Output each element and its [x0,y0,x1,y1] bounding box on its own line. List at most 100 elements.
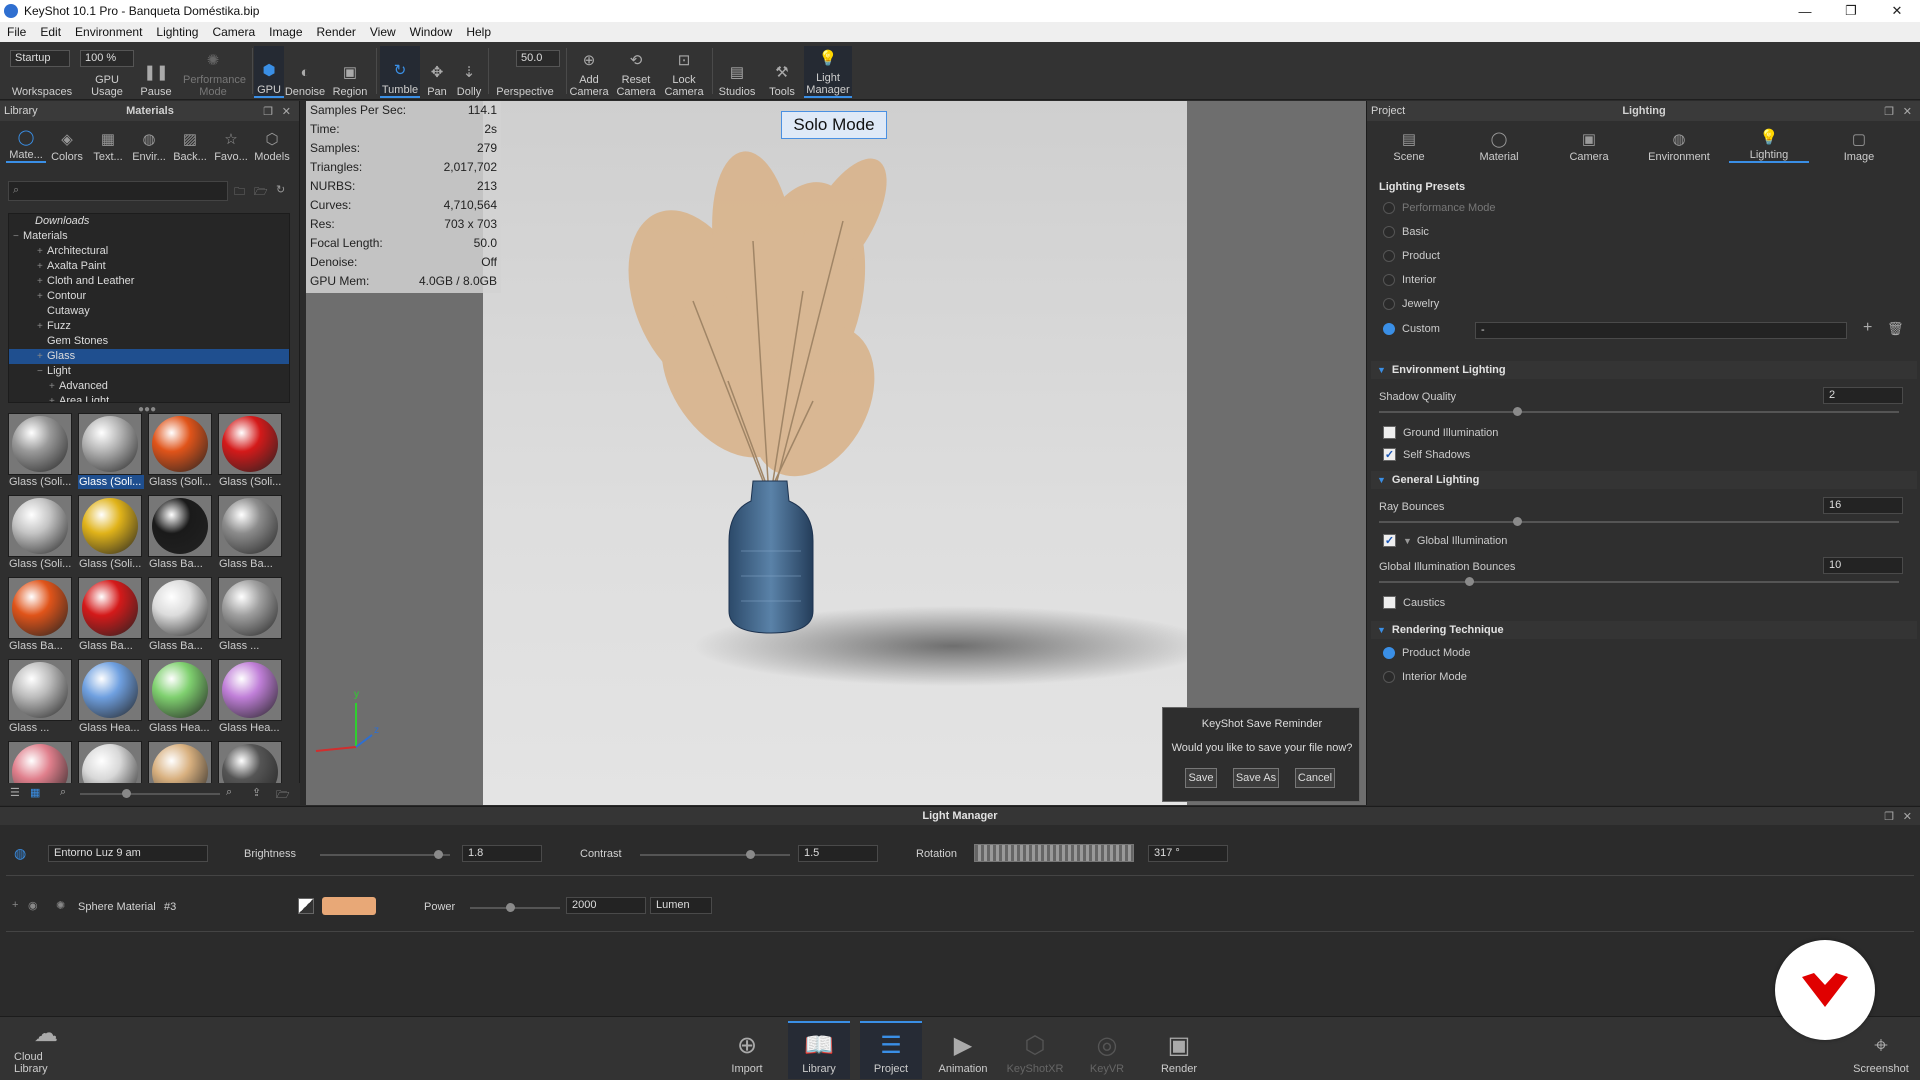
shadow-quality-field[interactable]: 2 [1823,387,1903,404]
animation-button[interactable]: ▶ Animation [932,1021,994,1079]
tab-materials[interactable]: ◯ Mate... [6,123,46,163]
library-button[interactable]: 📖 Library [788,1021,850,1079]
product-mode-radio[interactable]: Product Mode [1383,647,1470,659]
tree-item[interactable]: − Light [9,364,289,379]
rotation-field[interactable]: 317 ° [1148,845,1228,862]
custom-preset-select[interactable]: - [1475,322,1847,339]
tree-expander-icon[interactable]: + [49,379,59,394]
rendering-technique-section[interactable]: ▼ Rendering Technique [1371,621,1917,639]
save-button[interactable]: Save [1185,768,1217,788]
material-thumbnail[interactable]: Glass Ba... [148,577,214,657]
texture-map-icon[interactable] [298,898,314,914]
gi-bounces-field[interactable]: 10 [1823,557,1903,574]
upload-icon[interactable]: ⇪ [252,786,261,799]
render-view[interactable] [483,101,1187,805]
tab-textures[interactable]: ▦ Text... [88,123,128,163]
pause-button[interactable]: ❚❚ Pause [138,46,174,98]
tab-camera[interactable]: ▣ Camera [1549,123,1629,163]
preset-custom[interactable]: Custom [1383,323,1440,335]
tab-lighting[interactable]: 💡 Lighting [1729,123,1809,163]
close-light-manager-icon[interactable]: ✕ [1903,810,1912,823]
folder-icon[interactable]: 🗀 [234,183,245,202]
keyshotxr-button[interactable]: ⬡ KeyShotXR [1004,1021,1066,1079]
ray-bounces-field[interactable]: 16 [1823,497,1903,514]
undock-project-icon[interactable]: ❐ [1884,105,1894,118]
tree-expander-icon[interactable]: − [13,229,23,244]
zoom-in-icon[interactable]: ⌕ [226,786,232,799]
tab-image[interactable]: ▢ Image [1819,123,1899,163]
gpu-button[interactable]: ⬢ GPU [254,46,284,98]
add-camera-button[interactable]: ⊕ Add Camera [568,46,610,98]
lock-camera-button[interactable]: ⊡ Lock Camera [662,46,706,98]
ray-bounces-slider[interactable] [1379,521,1899,523]
material-thumbnail[interactable] [8,741,74,785]
tree-item[interactable]: + Fuzz [9,319,289,334]
tab-backplates[interactable]: ▨ Back... [170,123,210,163]
undock-light-manager-icon[interactable]: ❐ [1884,810,1894,823]
list-view-icon[interactable]: ☰ [10,786,20,799]
close-window-icon[interactable]: ✕ [1874,0,1920,22]
light-manager-button[interactable]: 💡 Light Manager [804,46,852,98]
reset-camera-button[interactable]: ⟲ Reset Camera [614,46,658,98]
material-thumbnail[interactable]: Glass Hea... [148,659,214,739]
material-thumbnail[interactable]: Glass Ba... [218,495,284,575]
power-knob[interactable] [506,903,515,912]
material-thumbnail[interactable]: Glass (Soli... [8,495,74,575]
cancel-button[interactable]: Cancel [1295,768,1335,788]
thumb-size-slider[interactable] [80,793,220,795]
folder-add-icon[interactable]: 🗁 [254,183,268,202]
tree-item[interactable]: + Axalta Paint [9,259,289,274]
tab-environments[interactable]: ◍ Envir... [129,123,169,163]
thumb-size-knob[interactable] [122,789,131,798]
material-thumbnail[interactable] [218,741,284,785]
self-shadows-checkbox[interactable]: ✓ Self Shadows [1383,448,1470,461]
expand-light-icon[interactable]: + [12,899,18,911]
tree-expander-icon[interactable]: + [37,319,47,334]
perspective-button[interactable]: Perspective [490,46,560,98]
denoise-button[interactable]: ◐ Denoise [284,46,326,98]
contrast-field[interactable]: 1.5 [798,845,878,862]
tree-expander-icon[interactable]: + [37,289,47,304]
cloud-library-button[interactable]: ☁ Cloud Library [14,1021,78,1079]
brightness-knob[interactable] [434,850,443,859]
save-as-button[interactable]: Save As [1233,768,1279,788]
menu-window[interactable]: Window [403,25,460,39]
menu-lighting[interactable]: Lighting [149,25,205,39]
material-thumbnail[interactable]: Glass (Soli... [148,413,214,493]
tab-colors[interactable]: ◈ Colors [47,123,87,163]
tree-item[interactable]: + Glass [9,349,289,364]
tree-expander-icon[interactable]: + [37,349,47,364]
preset-interior[interactable]: Interior [1383,274,1436,286]
material-thumbnail[interactable]: Glass (Soli... [78,413,144,493]
shadow-quality-slider[interactable] [1379,411,1899,413]
tree-expander-icon[interactable]: + [37,259,47,274]
add-preset-icon[interactable]: + [1863,319,1872,337]
region-button[interactable]: ▣ Region [328,46,372,98]
tab-material[interactable]: ◯ Material [1459,123,1539,163]
tree-item[interactable]: + Advanced [9,379,289,394]
interior-mode-radio[interactable]: Interior Mode [1383,671,1467,683]
import-button[interactable]: ⊕ Import [716,1021,778,1079]
preset-product[interactable]: Product [1383,250,1440,262]
studios-button[interactable]: ▤ Studios [714,46,760,98]
project-button[interactable]: ☰ Project [860,1021,922,1079]
expand-gi-icon[interactable]: ▼ [1403,536,1412,546]
menu-image[interactable]: Image [262,25,309,39]
tab-models[interactable]: ⬡ Models [252,123,292,163]
tree-expander-icon[interactable]: + [37,274,47,289]
keyvr-button[interactable]: ◎ KeyVR [1076,1021,1138,1079]
tree-item[interactable]: Cutaway [9,304,289,319]
tab-environment[interactable]: ◍ Environment [1639,123,1719,163]
undock-icon[interactable]: ❐ [263,105,273,118]
material-thumbnail[interactable]: Glass ... [8,659,74,739]
gi-bounces-slider[interactable] [1379,581,1899,583]
delete-preset-icon[interactable]: 🗑 [1887,321,1904,337]
preset-performance-mode[interactable]: Performance Mode [1383,202,1496,214]
tree-item[interactable]: − Materials [9,229,289,244]
contrast-knob[interactable] [746,850,755,859]
preset-basic[interactable]: Basic [1383,226,1429,238]
gpu-usage-button[interactable]: GPU Usage [78,46,136,98]
close-panel-icon[interactable]: ✕ [282,105,291,118]
material-thumbnail[interactable]: Glass (Soli... [218,413,284,493]
tree-item[interactable]: + Architectural [9,244,289,259]
